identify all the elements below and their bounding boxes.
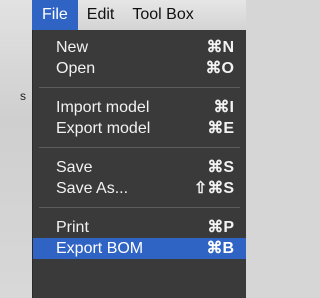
menu-separator [39, 87, 240, 88]
menubar-tool-box[interactable]: Tool Box [123, 0, 202, 30]
menu-bar: File Edit Tool Box [32, 0, 246, 30]
menu-item-import-model[interactable]: Import model ⌘I [33, 97, 246, 118]
menu-item-save-as[interactable]: Save As... ⇧⌘S [33, 178, 246, 199]
menu-item-shortcut: ⌘B [206, 240, 234, 257]
menu-item-label: Export model [56, 120, 151, 137]
menu-item-export-bom[interactable]: Export BOM ⌘B [33, 238, 246, 259]
menu-item-export-model[interactable]: Export model ⌘E [33, 118, 246, 139]
menu-item-shortcut: ⌘O [205, 60, 234, 77]
menu-item-new[interactable]: New ⌘N [33, 37, 246, 58]
menu-item-label: Save As... [56, 180, 129, 197]
menu-item-label: Import model [56, 99, 150, 116]
menu-item-save[interactable]: Save ⌘S [33, 157, 246, 178]
menu-item-shortcut: ⌘E [207, 120, 234, 137]
file-menu-dropdown: New ⌘N Open ⌘O Import model ⌘I Export mo… [32, 30, 246, 298]
menu-separator [39, 147, 240, 148]
menu-item-shortcut: ⇧⌘S [193, 180, 234, 197]
menu-item-label: Export BOM [56, 240, 144, 257]
menubar-file[interactable]: File [32, 0, 78, 30]
menu-item-label: New [56, 39, 89, 56]
screen: s File Edit Tool Box New ⌘N Open ⌘O Impo… [0, 0, 246, 298]
menu-item-shortcut: ⌘I [213, 99, 234, 116]
menu-item-shortcut: ⌘S [207, 159, 234, 176]
menu-item-shortcut: ⌘N [206, 39, 234, 56]
menu-item-label: Save [56, 159, 93, 176]
menu-item-open[interactable]: Open ⌘O [33, 58, 246, 79]
menu-item-label: Print [56, 219, 89, 236]
menu-item-print[interactable]: Print ⌘P [33, 217, 246, 238]
menu-item-label: Open [56, 60, 96, 77]
menubar-edit[interactable]: Edit [78, 0, 124, 30]
menu-item-shortcut: ⌘P [207, 219, 234, 236]
background-text: s [20, 89, 26, 103]
background-window: s [0, 0, 32, 298]
menu-separator [39, 207, 240, 208]
